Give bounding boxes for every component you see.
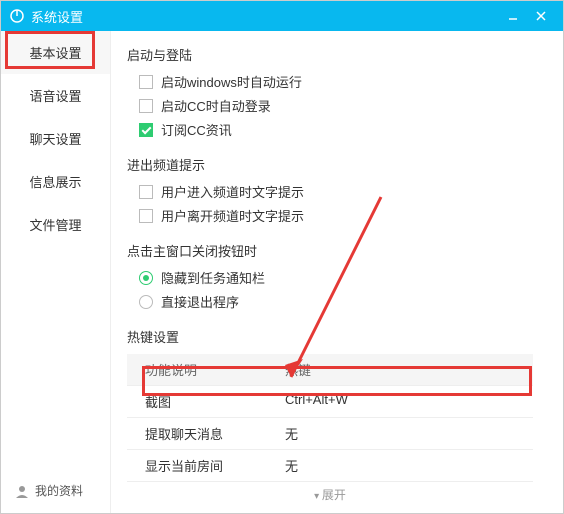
opt-user-leave[interactable]: 用户离开频道时文字提示	[139, 206, 563, 225]
checkbox-subscribe-news[interactable]	[139, 123, 153, 137]
section-startup-title: 启动与登陆	[127, 45, 563, 64]
titlebar: 系统设置	[1, 1, 563, 31]
sidebar-item-basic[interactable]: 基本设置	[1, 31, 110, 74]
hotkey-expand[interactable]: 展开	[127, 482, 533, 507]
hotkey-table: 功能说明 热键 截图 Ctrl+Alt+W 提取聊天消息 无 显示当前房间 无 …	[127, 354, 533, 507]
sidebar-item-file[interactable]: 文件管理	[1, 203, 110, 246]
hotkey-row-showroom[interactable]: 显示当前房间 无	[127, 450, 533, 482]
sidebar-item-chat[interactable]: 聊天设置	[1, 117, 110, 160]
sidebar-item-info[interactable]: 信息展示	[1, 160, 110, 203]
opt-autorun-windows[interactable]: 启动windows时自动运行	[139, 72, 563, 91]
close-button[interactable]	[527, 1, 555, 31]
opt-subscribe-news[interactable]: 订阅CC资讯	[139, 120, 563, 139]
window-title: 系统设置	[31, 7, 499, 26]
hotkey-header: 功能说明 热键	[127, 354, 533, 386]
checkbox-user-leave[interactable]	[139, 209, 153, 223]
sidebar: 基本设置 语音设置 聊天设置 信息展示 文件管理 我的资料	[1, 31, 111, 513]
hotkey-header-func: 功能说明	[145, 360, 285, 379]
section-hotkey-title: 热键设置	[127, 327, 563, 346]
hotkey-row-screenshot[interactable]: 截图 Ctrl+Alt+W	[127, 386, 533, 418]
radio-hide-tray[interactable]	[139, 271, 153, 285]
sidebar-profile-label: 我的资料	[35, 482, 83, 499]
opt-exit-direct[interactable]: 直接退出程序	[139, 292, 563, 311]
opt-autologin-cc[interactable]: 启动CC时自动登录	[139, 96, 563, 115]
hotkey-header-key: 热键	[285, 360, 533, 379]
sidebar-item-voice[interactable]: 语音设置	[1, 74, 110, 117]
radio-exit-direct[interactable]	[139, 295, 153, 309]
checkbox-autorun-windows[interactable]	[139, 75, 153, 89]
user-icon	[15, 484, 29, 498]
section-closebtn-title: 点击主窗口关闭按钮时	[127, 241, 563, 260]
checkbox-user-enter[interactable]	[139, 185, 153, 199]
app-icon	[9, 8, 25, 24]
main-panel: 启动与登陆 启动windows时自动运行 启动CC时自动登录 订阅CC资讯 进出…	[111, 31, 563, 513]
hotkey-row-extractmsg[interactable]: 提取聊天消息 无	[127, 418, 533, 450]
opt-user-enter[interactable]: 用户进入频道时文字提示	[139, 182, 563, 201]
sidebar-profile[interactable]: 我的资料	[1, 472, 110, 513]
minimize-button[interactable]	[499, 1, 527, 31]
checkbox-autologin-cc[interactable]	[139, 99, 153, 113]
opt-hide-tray[interactable]: 隐藏到任务通知栏	[139, 268, 563, 287]
section-channel-title: 进出频道提示	[127, 155, 563, 174]
